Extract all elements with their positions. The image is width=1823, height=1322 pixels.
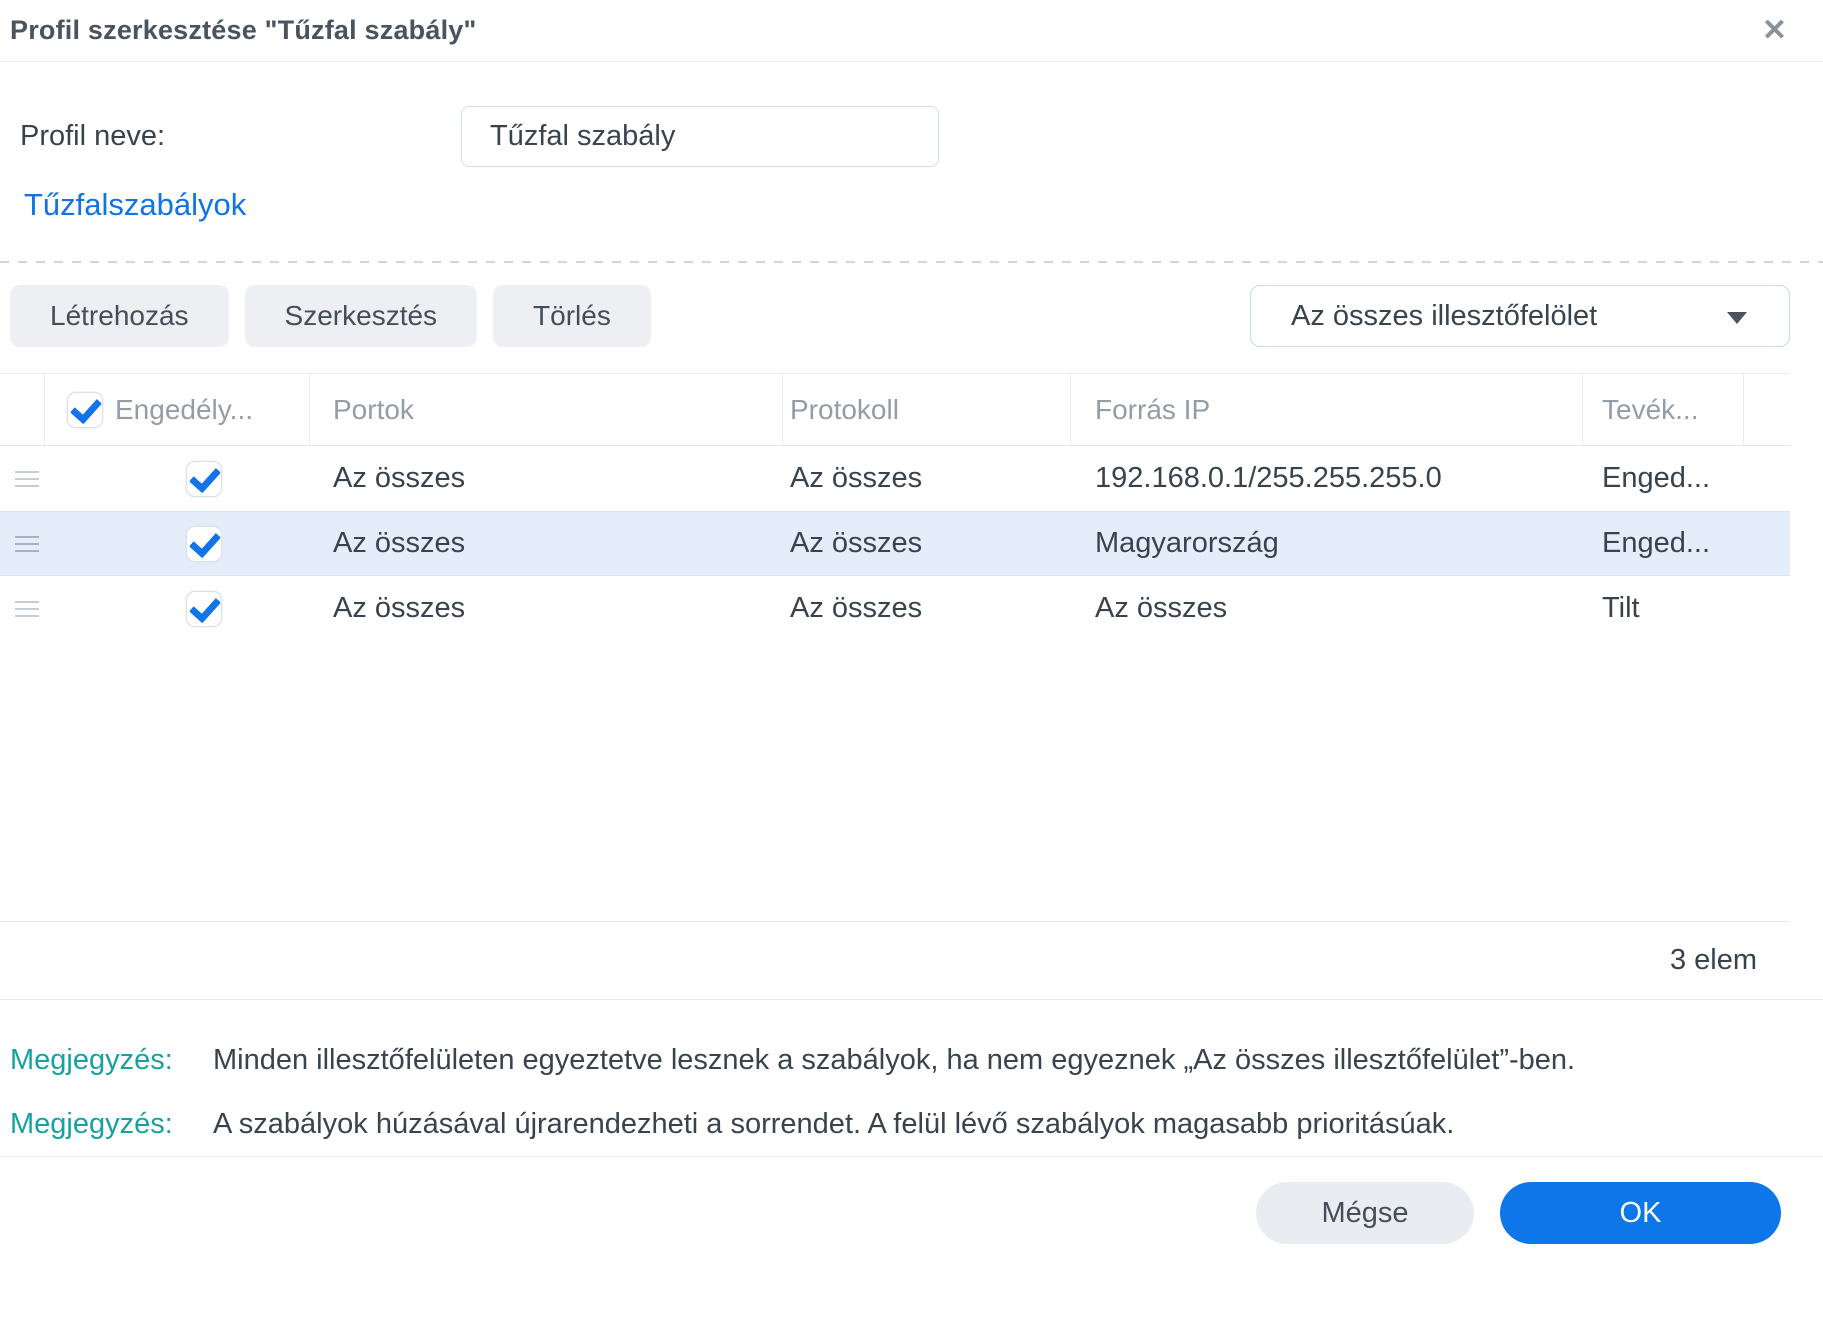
ports-cell: Az összes xyxy=(333,592,466,624)
profile-name-row: Profil neve: xyxy=(20,106,1823,167)
profile-name-input[interactable] xyxy=(461,106,939,167)
drag-column-header xyxy=(0,374,45,445)
drag-handle-icon[interactable] xyxy=(15,600,39,603)
source-ip-cell: 192.168.0.1/255.255.255.0 xyxy=(1095,462,1442,494)
caret-down-icon xyxy=(1727,312,1747,324)
close-icon[interactable]: ✕ xyxy=(1758,14,1791,48)
action-column-header: Tevék... xyxy=(1583,374,1744,445)
profile-name-label: Profil neve: xyxy=(20,120,166,152)
dialog-title: Profil szerkesztése "Tűzfal szabály" xyxy=(10,15,477,45)
drag-cell[interactable] xyxy=(0,576,45,641)
table-header-row: Engedély... Portok Protokoll Forrás IP T… xyxy=(0,373,1790,446)
ok-button[interactable]: OK xyxy=(1500,1182,1781,1244)
table-row[interactable]: Az összes Az összes Az összes Tilt xyxy=(0,576,1790,641)
header-spacer-cell xyxy=(1744,374,1790,445)
note-text: A szabályok húzásával újrarendezheti a s… xyxy=(213,1108,1455,1140)
enabled-cell xyxy=(45,512,310,575)
drag-cell[interactable] xyxy=(0,446,45,511)
select-all-checkbox[interactable] xyxy=(67,391,103,428)
cancel-button[interactable]: Mégse xyxy=(1256,1182,1474,1244)
dialog-footer: Mégse OK xyxy=(0,1156,1823,1244)
interface-dropdown-value: Az összes illesztőfelölet xyxy=(1291,299,1598,332)
source-ip-column-header: Forrás IP xyxy=(1071,374,1583,445)
item-count: 3 elem xyxy=(0,921,1790,999)
rule-enabled-checkbox[interactable] xyxy=(186,525,222,562)
ports-column-header: Portok xyxy=(310,374,783,445)
table-empty-area xyxy=(0,641,1790,921)
rule-enabled-checkbox[interactable] xyxy=(186,460,222,497)
note-label: Megjegyzés: xyxy=(10,1108,173,1140)
drag-handle-icon[interactable] xyxy=(15,535,39,538)
enabled-cell xyxy=(45,576,310,641)
firewall-rules-table: Engedély... Portok Protokoll Forrás IP T… xyxy=(0,373,1790,999)
rule-enabled-checkbox[interactable] xyxy=(186,590,222,627)
enabled-column-header: Engedély... xyxy=(45,374,310,445)
source-ip-cell: Az összes xyxy=(1095,592,1228,624)
dashed-divider xyxy=(0,261,1823,263)
drag-handle-icon[interactable] xyxy=(15,470,39,473)
action-cell: Enged... xyxy=(1602,462,1711,494)
count-divider xyxy=(0,999,1823,1000)
rules-toolbar: Létrehozás Szerkesztés Törlés Az összes … xyxy=(0,285,1823,347)
firewall-rules-heading: Tűzfalszabályok xyxy=(24,187,247,222)
edit-button[interactable]: Szerkesztés xyxy=(244,285,478,347)
note-text: Minden illesztőfelületen egyeztetve lesz… xyxy=(213,1044,1576,1076)
table-row[interactable]: Az összes Az összes 192.168.0.1/255.255.… xyxy=(0,446,1790,511)
table-row-selected[interactable]: Az összes Az összes Magyarország Enged..… xyxy=(0,511,1790,576)
action-cell: Enged... xyxy=(1602,527,1711,559)
enabled-column-label: Engedély... xyxy=(115,393,254,425)
protocol-cell: Az összes xyxy=(790,527,923,559)
protocol-cell: Az összes xyxy=(790,592,923,624)
ports-cell: Az összes xyxy=(333,527,466,559)
note-label: Megjegyzés: xyxy=(10,1044,173,1076)
protocol-cell: Az összes xyxy=(790,462,923,494)
dialog-header: Profil szerkesztése "Tűzfal szabály" ✕ xyxy=(0,0,1823,62)
drag-cell[interactable] xyxy=(0,512,45,575)
notes-section: Megjegyzés: Minden illesztőfelületen egy… xyxy=(10,1028,1823,1156)
enabled-cell xyxy=(45,446,310,511)
note-interfaces: Megjegyzés: Minden illesztőfelületen egy… xyxy=(10,1028,1823,1092)
action-cell: Tilt xyxy=(1602,592,1640,624)
interface-dropdown[interactable]: Az összes illesztőfelölet xyxy=(1250,285,1790,347)
create-button[interactable]: Létrehozás xyxy=(10,285,229,347)
ports-cell: Az összes xyxy=(333,462,466,494)
protocol-column-header: Protokoll xyxy=(783,374,1071,445)
delete-button[interactable]: Törlés xyxy=(493,285,651,347)
note-reorder: Megjegyzés: A szabályok húzásával újrare… xyxy=(10,1092,1823,1156)
source-ip-cell: Magyarország xyxy=(1095,527,1279,559)
